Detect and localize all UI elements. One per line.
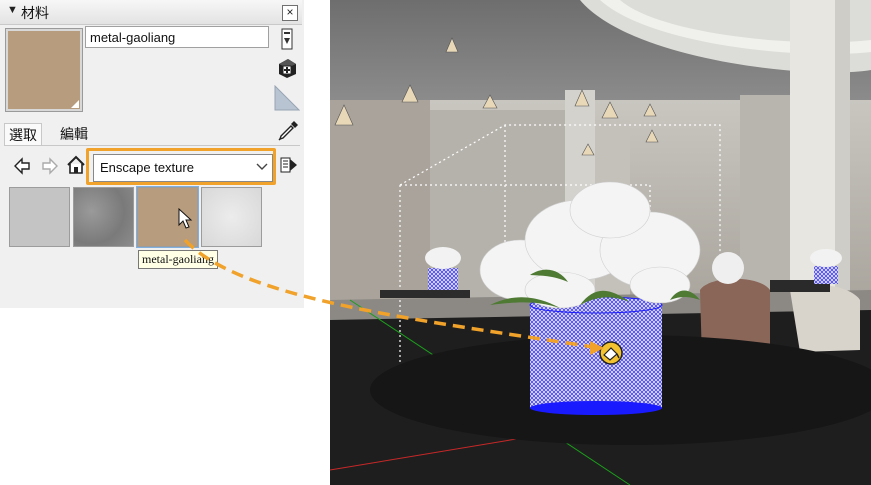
- drag-arrow-overlay: [183, 238, 604, 355]
